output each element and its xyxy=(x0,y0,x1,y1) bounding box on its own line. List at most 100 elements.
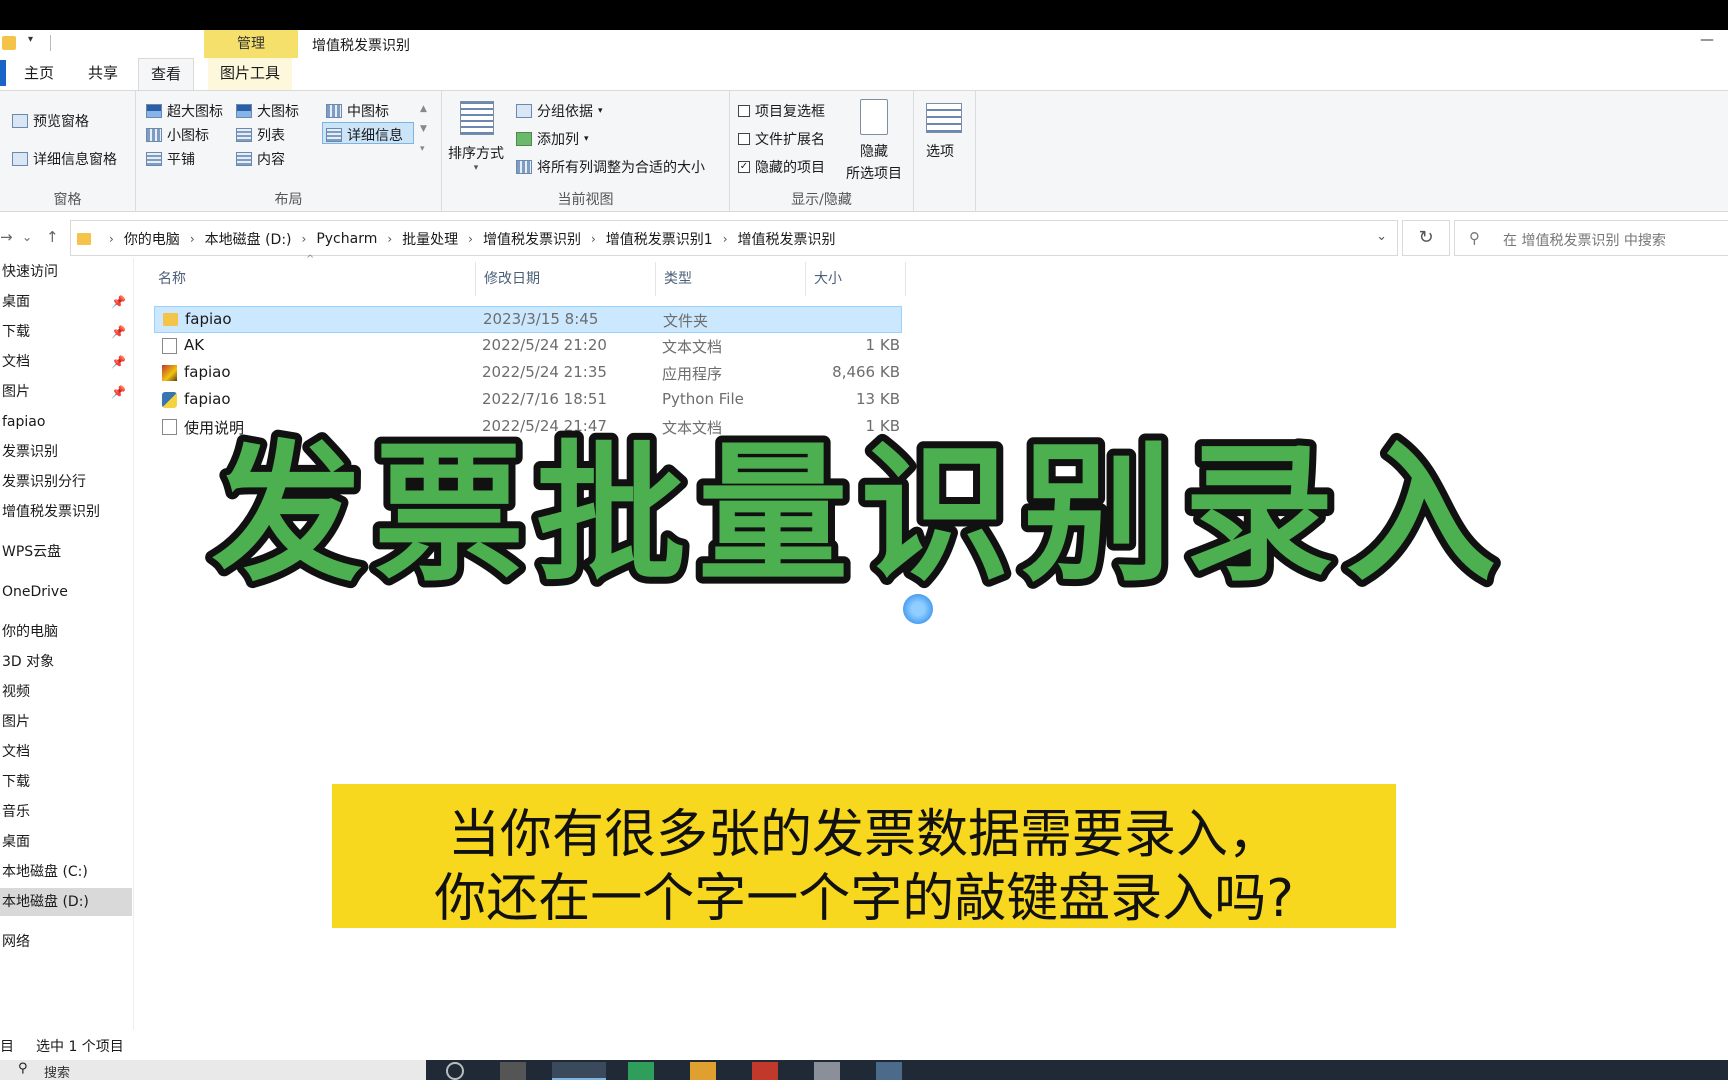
nav-drive-c[interactable]: 本地磁盘 (C:) xyxy=(0,858,132,886)
table-row[interactable]: fapiao 2022/5/24 21:35 应用程序 8,466 KB xyxy=(154,360,902,387)
search-icon: ⚲ xyxy=(1469,229,1480,247)
taskbar-search[interactable]: ⚲ 搜索 xyxy=(0,1060,426,1080)
nav-quick-access[interactable]: 快速访问 xyxy=(0,258,132,286)
breadcrumb-item[interactable]: 增值税发票识别 xyxy=(483,229,581,249)
chevron-right-icon[interactable]: › xyxy=(387,232,392,246)
breadcrumb-item[interactable]: 批量处理 xyxy=(402,229,458,249)
breadcrumb-item[interactable]: 增值税发票识别1 xyxy=(606,229,713,249)
hidden-items-checkbox[interactable]: ✓ xyxy=(738,161,750,173)
nav-vat-invoice-recognition[interactable]: 增值税发票识别 xyxy=(0,498,132,526)
file-extensions-checkbox[interactable] xyxy=(738,133,750,145)
sort-by-button[interactable]: 排序方式 ▾ xyxy=(448,143,504,173)
chevron-right-icon[interactable]: › xyxy=(468,232,473,246)
item-checkboxes-checkbox[interactable] xyxy=(738,105,750,117)
quick-access-dropdown-icon[interactable]: ▾ xyxy=(28,34,33,45)
file-extensions-toggle[interactable]: 文件扩展名 xyxy=(738,129,825,149)
breadcrumb-item[interactable]: 本地磁盘 (D:) xyxy=(205,229,292,249)
nav-invoice-recognition-lines[interactable]: 发票识别分行 xyxy=(0,468,132,496)
hidden-items-toggle[interactable]: ✓ 隐藏的项目 xyxy=(738,157,825,177)
taskbar-app-icon[interactable] xyxy=(690,1062,716,1080)
nav-documents[interactable]: 文档 📌 xyxy=(0,348,132,376)
layout-medium-icons[interactable]: 中图标 xyxy=(326,101,389,121)
file-explorer-taskbar-icon[interactable] xyxy=(552,1062,606,1080)
nav-3d-objects[interactable]: 3D 对象 xyxy=(0,648,132,676)
taskbar-app-icon[interactable] xyxy=(876,1062,902,1080)
layout-content[interactable]: 内容 xyxy=(236,149,285,169)
nav-downloads[interactable]: 下载 📌 xyxy=(0,318,132,346)
item-checkboxes-toggle[interactable]: 项目复选框 xyxy=(738,101,825,121)
nav-fapiao[interactable]: fapiao xyxy=(0,408,132,436)
manage-context-tab[interactable]: 管理 xyxy=(204,30,298,58)
ribbon: 预览窗格 详细信息窗格 窗格 超大图标 大图标 中图标 小图标 列表 详细信息 … xyxy=(0,90,1728,212)
nav-pictures[interactable]: 图片 📌 xyxy=(0,378,132,406)
up-icon[interactable]: ↑ xyxy=(46,228,59,246)
nav-videos[interactable]: 视频 xyxy=(0,678,132,706)
nav-label: 视频 xyxy=(2,684,30,700)
nav-pc-documents[interactable]: 文档 xyxy=(0,738,132,766)
tab-view[interactable]: 查看 xyxy=(138,58,195,90)
application-icon xyxy=(162,365,177,381)
address-dropdown-icon[interactable]: ⌄ xyxy=(1376,229,1387,244)
taskbar-app-icon[interactable] xyxy=(500,1062,526,1080)
address-box[interactable]: › 你的电脑 › 本地磁盘 (D:) › Pycharm › 批量处理 › 增值… xyxy=(70,220,1398,256)
layout-small-icons[interactable]: 小图标 xyxy=(146,125,209,145)
options-button[interactable]: 选项 xyxy=(926,141,954,161)
column-header-date[interactable]: 修改日期 xyxy=(476,262,656,296)
column-header-size[interactable]: 大小 xyxy=(806,262,906,296)
nav-this-pc[interactable]: 你的电脑 xyxy=(0,618,132,646)
layout-large-icons[interactable]: 大图标 xyxy=(236,101,299,121)
layout-details[interactable]: 详细信息 xyxy=(326,125,403,145)
table-row[interactable]: fapiao 2023/3/15 8:45 文件夹 xyxy=(154,306,902,333)
nav-wps-cloud[interactable]: WPS云盘 xyxy=(0,538,132,566)
pycharm-taskbar-icon[interactable] xyxy=(628,1062,654,1080)
forward-icon[interactable]: → xyxy=(0,228,13,246)
taskbar-app-icon[interactable] xyxy=(814,1062,840,1080)
column-header-type[interactable]: 类型 xyxy=(656,262,806,296)
preview-pane-button[interactable]: 预览窗格 xyxy=(12,111,89,131)
table-row[interactable]: fapiao 2022/7/16 18:51 Python File 13 KB xyxy=(154,387,902,414)
nav-desktop[interactable]: 桌面 📌 xyxy=(0,288,132,316)
breadcrumb-item[interactable]: 增值税发票识别 xyxy=(738,229,836,249)
task-view-icon[interactable] xyxy=(446,1062,464,1080)
nav-music[interactable]: 音乐 xyxy=(0,798,132,826)
chevron-right-icon[interactable]: › xyxy=(190,232,195,246)
recent-locations-icon[interactable]: ⌄ xyxy=(22,230,32,244)
nav-onedrive[interactable]: OneDrive xyxy=(0,578,132,606)
chevron-right-icon[interactable]: › xyxy=(109,232,114,246)
table-row[interactable]: AK 2022/5/24 21:20 文本文档 1 KB xyxy=(154,333,902,360)
minimize-button[interactable]: — xyxy=(1700,32,1714,48)
nav-network[interactable]: 网络 xyxy=(0,928,132,956)
breadcrumb-item[interactable]: Pycharm xyxy=(316,231,377,247)
layout-scroll-arrows[interactable]: ▲ ▼ ▾ xyxy=(420,99,427,159)
hide-selected-button[interactable]: 隐藏 所选项目 xyxy=(846,141,902,183)
add-column-button[interactable]: 添加列 ▾ xyxy=(516,129,589,149)
layout-extra-large-icons[interactable]: 超大图标 xyxy=(146,101,223,121)
chevron-right-icon[interactable]: › xyxy=(591,232,596,246)
size-all-columns-button[interactable]: 将所有列调整为合适的大小 xyxy=(516,157,705,177)
chevron-down-icon: ▾ xyxy=(598,106,603,116)
taskbar-app-icon[interactable] xyxy=(752,1062,778,1080)
search-input[interactable]: ⚲ 在 增值税发票识别 中搜索 xyxy=(1454,220,1728,256)
tab-home[interactable]: 主页 xyxy=(12,58,66,90)
nav-drive-d[interactable]: 本地磁盘 (D:) xyxy=(0,888,132,916)
group-by-button[interactable]: 分组依据 ▾ xyxy=(516,101,603,121)
hide-selected-label-1: 隐藏 xyxy=(860,144,888,160)
column-header-name[interactable]: 名称 xyxy=(150,262,476,296)
nav-pc-downloads[interactable]: 下载 xyxy=(0,768,132,796)
chevron-right-icon[interactable]: › xyxy=(723,232,728,246)
nav-pc-desktop[interactable]: 桌面 xyxy=(0,828,132,856)
layout-tiles[interactable]: 平铺 xyxy=(146,149,195,169)
nav-invoice-recognition[interactable]: 发票识别 xyxy=(0,438,132,466)
tab-share[interactable]: 共享 xyxy=(76,58,130,90)
caption-line-2: 你还在一个字一个字的敲键盘录入吗? xyxy=(434,869,1294,929)
details-pane-button[interactable]: 详细信息窗格 xyxy=(12,149,117,169)
nav-label: 你的电脑 xyxy=(2,624,58,640)
tab-picture-tools[interactable]: 图片工具 xyxy=(208,58,293,90)
nav-pc-pictures[interactable]: 图片 xyxy=(0,708,132,736)
chevron-right-icon[interactable]: › xyxy=(302,232,307,246)
refresh-button[interactable]: ↻ xyxy=(1402,220,1450,256)
search-icon: ⚲ xyxy=(18,1061,28,1076)
file-tab-accent[interactable] xyxy=(0,60,6,86)
layout-list[interactable]: 列表 xyxy=(236,125,285,145)
breadcrumb-item[interactable]: 你的电脑 xyxy=(124,229,180,249)
